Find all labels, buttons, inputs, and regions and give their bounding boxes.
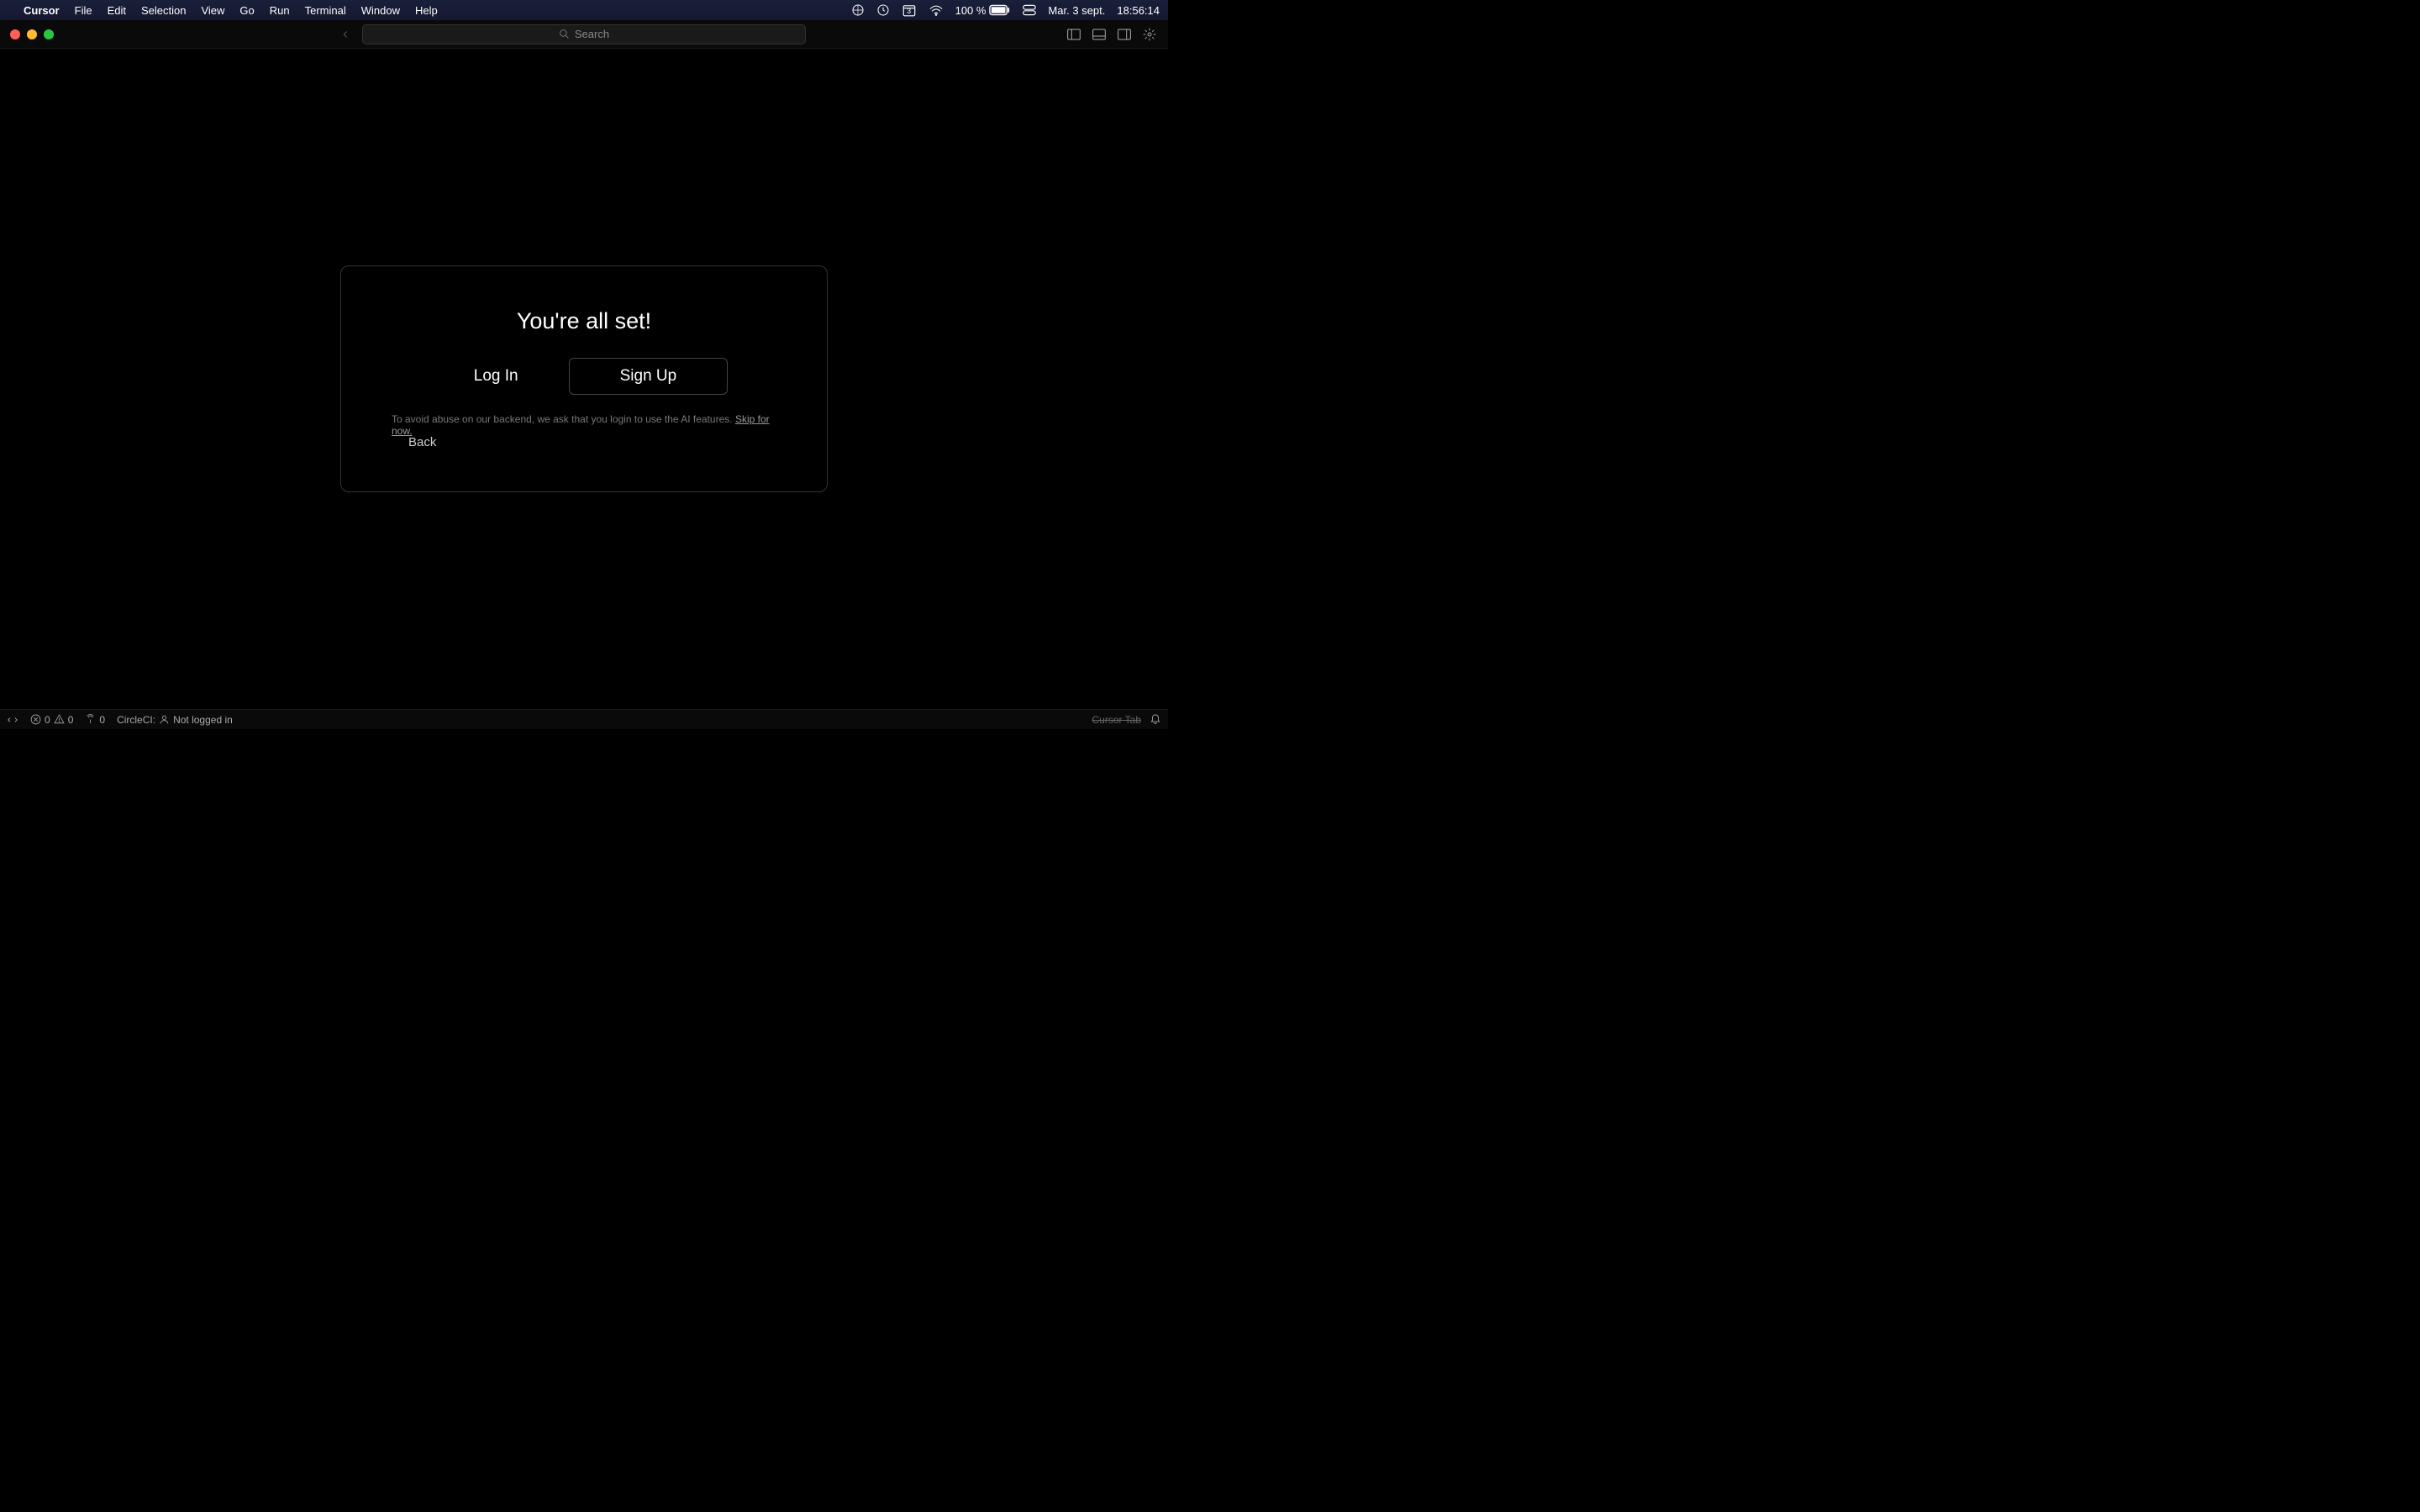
errors-count: 0	[45, 714, 50, 726]
menu-edit[interactable]: Edit	[108, 4, 126, 17]
toggle-secondary-sidebar-icon[interactable]	[1116, 26, 1133, 43]
window-fullscreen-button[interactable]	[44, 29, 54, 39]
welcome-title: You're all set!	[517, 308, 651, 334]
ports-status[interactable]: 0	[85, 714, 105, 726]
circleci-status-text: Not logged in	[173, 714, 233, 726]
back-button[interactable]: Back	[408, 435, 436, 449]
search-placeholder: Search	[575, 28, 609, 40]
toggle-primary-sidebar-icon[interactable]	[1065, 26, 1082, 43]
menu-run[interactable]: Run	[270, 4, 290, 17]
menu-help[interactable]: Help	[415, 4, 438, 17]
search-icon	[559, 29, 570, 39]
calendar-day: 3	[902, 7, 917, 15]
window-toolbar: Search	[0, 20, 1168, 49]
warning-icon	[54, 714, 65, 725]
menu-terminal[interactable]: Terminal	[305, 4, 346, 17]
control-center-icon[interactable]	[1023, 4, 1036, 16]
menubar-date[interactable]: Mar. 3 sept.	[1048, 4, 1105, 17]
settings-gear-icon[interactable]	[1141, 26, 1158, 43]
main-area: You're all set! Log In Sign Up To avoid …	[0, 49, 1168, 709]
welcome-card: You're all set! Log In Sign Up To avoid …	[340, 265, 828, 492]
macos-menubar: Cursor File Edit Selection View Go Run T…	[0, 0, 1168, 20]
menu-selection[interactable]: Selection	[141, 4, 186, 17]
menubar-time[interactable]: 18:56:14	[1117, 4, 1160, 17]
menu-go[interactable]: Go	[239, 4, 254, 17]
info-text: To avoid abuse on our backend, we ask th…	[392, 413, 776, 437]
toggle-panel-icon[interactable]	[1091, 26, 1107, 43]
clock-icon[interactable]	[876, 3, 890, 17]
menubar-right: 3 100 % Mar. 3 sept. 18:56:14	[851, 3, 1160, 18]
window-minimize-button[interactable]	[27, 29, 37, 39]
cursor-tab-status[interactable]: Cursor Tab	[1092, 714, 1141, 726]
right-toolbar	[1065, 26, 1158, 43]
antenna-icon	[85, 714, 96, 725]
wifi-icon[interactable]	[929, 4, 944, 16]
menubar-left: Cursor File Edit Selection View Go Run T…	[8, 4, 438, 17]
statusbar-right: Cursor Tab	[1092, 712, 1161, 727]
window-close-button[interactable]	[10, 29, 20, 39]
menu-view[interactable]: View	[201, 4, 224, 17]
battery-status[interactable]: 100 %	[955, 4, 1012, 17]
signup-button[interactable]: Sign Up	[569, 358, 729, 395]
circleci-label: CircleCI:	[117, 714, 155, 726]
login-button[interactable]: Log In	[440, 360, 552, 392]
menu-window[interactable]: Window	[361, 4, 400, 17]
nav-back-button[interactable]	[336, 25, 355, 44]
app-name[interactable]: Cursor	[24, 4, 60, 17]
auth-button-row: Log In Sign Up	[440, 358, 728, 395]
warnings-count: 0	[68, 714, 74, 726]
openai-icon[interactable]	[851, 3, 865, 17]
ports-count: 0	[99, 714, 105, 726]
calendar-icon[interactable]: 3	[902, 3, 917, 18]
remote-button[interactable]	[7, 714, 18, 726]
search-input[interactable]: Search	[362, 24, 806, 45]
battery-percent: 100 %	[955, 4, 986, 17]
bell-icon[interactable]	[1150, 712, 1161, 727]
problems-status[interactable]: 0 0	[30, 714, 73, 726]
menu-file[interactable]: File	[75, 4, 92, 17]
circleci-status[interactable]: CircleCI: Not logged in	[117, 714, 233, 726]
user-icon	[159, 714, 170, 725]
info-prefix: To avoid abuse on our backend, we ask th…	[392, 413, 735, 425]
statusbar: 0 0 0 CircleCI: Not logged in Cursor Tab	[0, 709, 1168, 729]
traffic-lights	[10, 29, 54, 39]
error-icon	[30, 714, 41, 725]
